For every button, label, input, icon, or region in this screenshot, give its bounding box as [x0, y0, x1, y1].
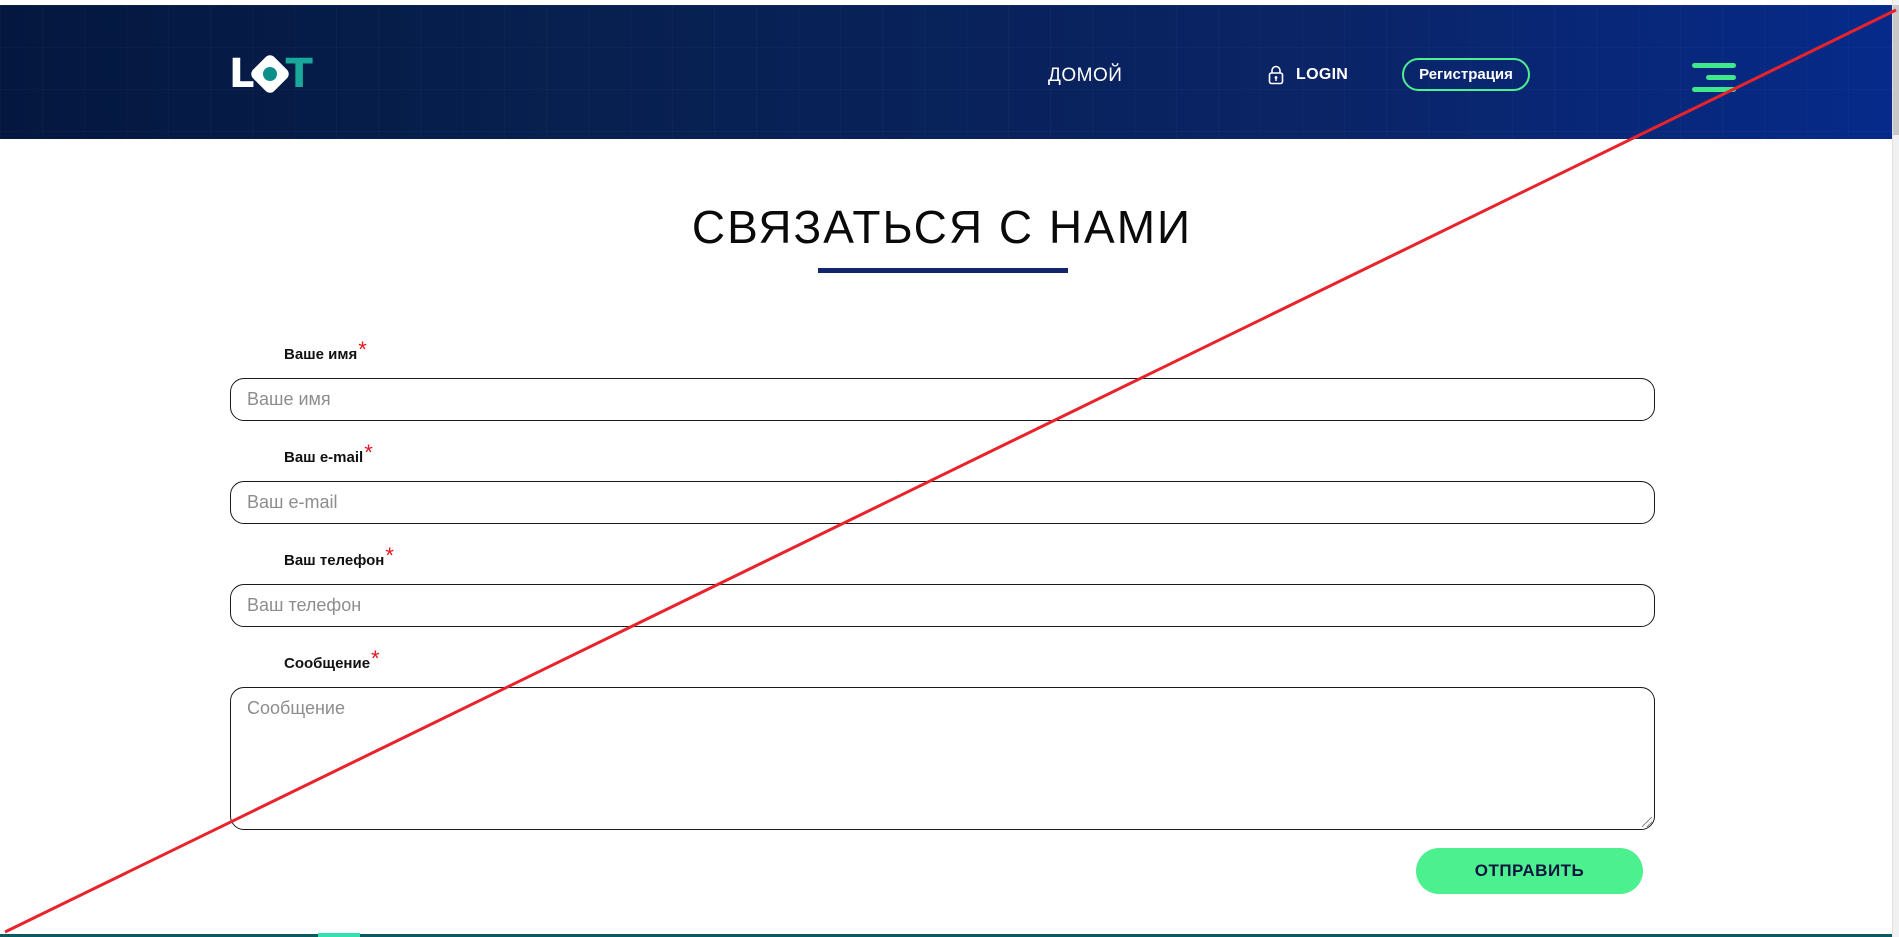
site-logo[interactable]: L T — [229, 51, 313, 97]
required-asterisk: * — [385, 543, 394, 568]
lock-icon — [1268, 65, 1284, 85]
footer-accent — [318, 933, 360, 937]
email-field-label: Ваш e-mail* — [284, 440, 373, 466]
site-header: L T ДОМОЙ LOGIN Регистрация — [0, 5, 1892, 139]
logo-o-icon — [248, 52, 291, 96]
message-label-text: Сообщение — [284, 655, 371, 672]
menu-bar-bottom — [1692, 87, 1736, 92]
name-input[interactable] — [230, 378, 1655, 421]
menu-bar-middle — [1706, 75, 1736, 80]
title-underline — [818, 268, 1068, 273]
register-button[interactable]: Регистрация — [1402, 58, 1530, 91]
scrollbar-thumb[interactable] — [1893, 5, 1899, 135]
email-label-text: Ваш e-mail — [284, 449, 364, 466]
page: L T ДОМОЙ LOGIN Регистрация СВЯЗАТЬСЯ С … — [0, 0, 1899, 937]
name-field-label: Ваше имя* — [284, 337, 367, 363]
message-textarea[interactable] — [230, 687, 1655, 830]
menu-bar-top — [1692, 63, 1736, 68]
phone-input[interactable] — [230, 584, 1655, 627]
submit-button[interactable]: ОТПРАВИТЬ — [1416, 848, 1643, 894]
name-label-text: Ваше имя — [284, 346, 358, 363]
textarea-resize-handle[interactable] — [1642, 817, 1652, 827]
logo-letter-t: T — [285, 51, 313, 97]
phone-label-text: Ваш телефон — [284, 552, 385, 569]
hamburger-menu-icon[interactable] — [1692, 63, 1736, 93]
nav-login-label: LOGIN — [1296, 66, 1349, 83]
required-asterisk: * — [364, 440, 373, 465]
nav-login-link[interactable]: LOGIN — [1268, 65, 1348, 85]
page-scrollbar[interactable] — [1892, 0, 1899, 937]
email-input[interactable] — [230, 481, 1655, 524]
nav-home-link[interactable]: ДОМОЙ — [1048, 65, 1122, 87]
required-asterisk: * — [358, 337, 367, 362]
message-field-label: Сообщение* — [284, 646, 380, 672]
phone-field-label: Ваш телефон* — [284, 543, 394, 569]
page-title: СВЯЗАТЬСЯ С НАМИ — [691, 201, 1193, 253]
required-asterisk: * — [371, 646, 380, 671]
